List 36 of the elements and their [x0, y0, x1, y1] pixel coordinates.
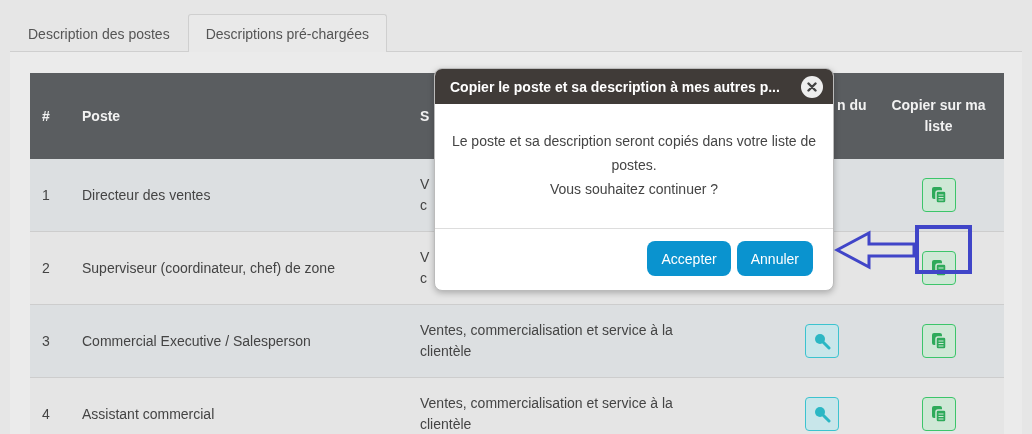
copy-icon: [930, 186, 947, 204]
dialog-button[interactable]: Accepter: [647, 241, 731, 276]
column-header: Copier sur ma liste: [890, 96, 987, 136]
dialog-message: Vous souhaitez continuer ?: [548, 180, 720, 199]
column-header: #: [42, 106, 50, 126]
sector-text: Ventes, commercialisation et service à la clientèle: [420, 321, 673, 361]
row-number: 3: [42, 331, 50, 351]
job-title: Assistant commercial: [82, 404, 215, 424]
sector-text: Ventes, commercialisation et service à la clientèle: [420, 394, 673, 434]
copy-icon: [930, 259, 947, 277]
sector-text: V c: [420, 175, 430, 215]
dialog-title: Copier le poste et sa description à mes autres p...: [450, 78, 780, 95]
column-header: Poste: [82, 106, 121, 126]
job-title: Superviseur (coordinateur, chef) de zone: [82, 258, 335, 278]
dialog-button[interactable]: Annuler: [736, 241, 813, 276]
job-title: Directeur des ventes: [82, 185, 211, 205]
column-header: S: [420, 106, 430, 126]
job-title: Commercial Executive / Salesperson: [82, 331, 311, 351]
tab[interactable]: Description des postes: [10, 14, 188, 52]
copy-icon: [930, 332, 947, 350]
search-button[interactable]: [804, 324, 839, 358]
copy-button[interactable]: [921, 397, 956, 431]
search-icon: [812, 332, 831, 350]
row-number: 4: [42, 404, 50, 424]
column-header: n du: [837, 96, 867, 116]
tab[interactable]: Descriptions pré-chargées: [187, 14, 388, 52]
sector-text: V c: [420, 248, 430, 288]
row-number: 2: [42, 258, 50, 278]
close-icon: [807, 81, 817, 92]
close-button[interactable]: [801, 75, 823, 98]
search-button[interactable]: [804, 397, 839, 431]
search-icon: [812, 405, 831, 423]
highlight-frame: [915, 225, 972, 274]
dialog-message: Le poste et sa description seront copiés dans votre liste de postes.: [450, 132, 818, 175]
row-number: 1: [42, 185, 50, 205]
copy-icon: [930, 405, 947, 423]
